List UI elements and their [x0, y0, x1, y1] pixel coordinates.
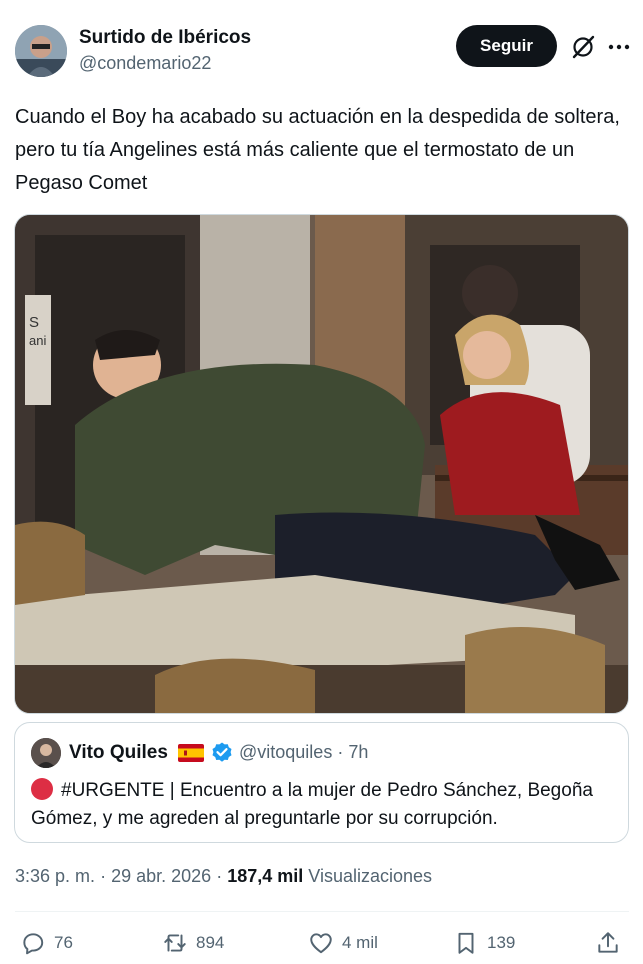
author-display-name[interactable]: Surtido de Ibéricos: [79, 27, 251, 49]
divider: [15, 911, 629, 912]
author-avatar[interactable]: [15, 25, 67, 77]
meta-dot: ·: [100, 866, 107, 886]
tweet-text: Cuando el Boy ha acabado su actuación en…: [15, 106, 620, 194]
heart-icon: [310, 933, 332, 954]
quoted-author-handle[interactable]: @vitoquiles: [239, 742, 332, 762]
views-label: Visualizaciones: [308, 866, 433, 886]
share-icon: [598, 932, 618, 953]
follow-button[interactable]: Seguir: [456, 25, 557, 67]
reply-button[interactable]: 76: [20, 928, 73, 958]
quoted-author-name[interactable]: Vito Quiles: [69, 742, 168, 764]
views-count: 187,4 mil: [227, 866, 304, 886]
reply-count: 76: [54, 933, 73, 952]
red-circle-icon: [31, 778, 53, 800]
tweet-photo[interactable]: S ani: [14, 214, 629, 714]
tweet-date[interactable]: 29 abr. 2026: [111, 866, 211, 886]
tweet-header: Surtido de Ibéricos @condemario22 Seguir: [15, 25, 630, 77]
quoted-time[interactable]: 7h: [348, 742, 368, 762]
hashtag-urgente[interactable]: #URGENTE: [61, 780, 164, 801]
quoted-tweet[interactable]: Vito Quiles @vitoquiles · 7h #URGENTE | …: [14, 722, 629, 843]
repost-count: 894: [196, 933, 225, 952]
tweet-time[interactable]: 3:36 p. m.: [15, 866, 95, 886]
like-button[interactable]: 4 mil: [308, 928, 378, 958]
bookmark-icon: [458, 932, 474, 954]
more-options-icon[interactable]: [607, 37, 631, 57]
tweet-meta: 3:36 p. m. · 29 abr. 2026 · 187,4 mil Vi…: [15, 866, 432, 887]
grok-icon[interactable]: [570, 34, 596, 60]
like-count: 4 mil: [342, 933, 378, 952]
action-bar: 76 894 4 mil 139: [15, 928, 630, 958]
quoted-text: #URGENTE | Encuentro a la mujer de Pedro…: [31, 777, 621, 833]
author-handle[interactable]: @condemario22: [79, 51, 251, 75]
share-button[interactable]: [595, 928, 629, 958]
meta-dot-2: ·: [216, 866, 223, 886]
sign-text: S: [29, 314, 39, 331]
repost-icon: [164, 934, 186, 952]
svg-text:ani: ani: [29, 333, 46, 348]
author-info[interactable]: Surtido de Ibéricos @condemario22: [79, 27, 251, 75]
verified-badge-icon: [212, 742, 232, 762]
quoted-handle-line: @vitoquiles · 7h: [239, 742, 368, 763]
bookmark-button[interactable]: 139: [453, 928, 515, 958]
reply-icon: [23, 933, 44, 955]
bookmark-count: 139: [487, 933, 516, 952]
separator-dot: ·: [337, 742, 344, 762]
quoted-author-avatar[interactable]: [31, 738, 61, 768]
repost-button[interactable]: 894: [162, 928, 224, 958]
spain-flag-icon: [178, 744, 204, 762]
